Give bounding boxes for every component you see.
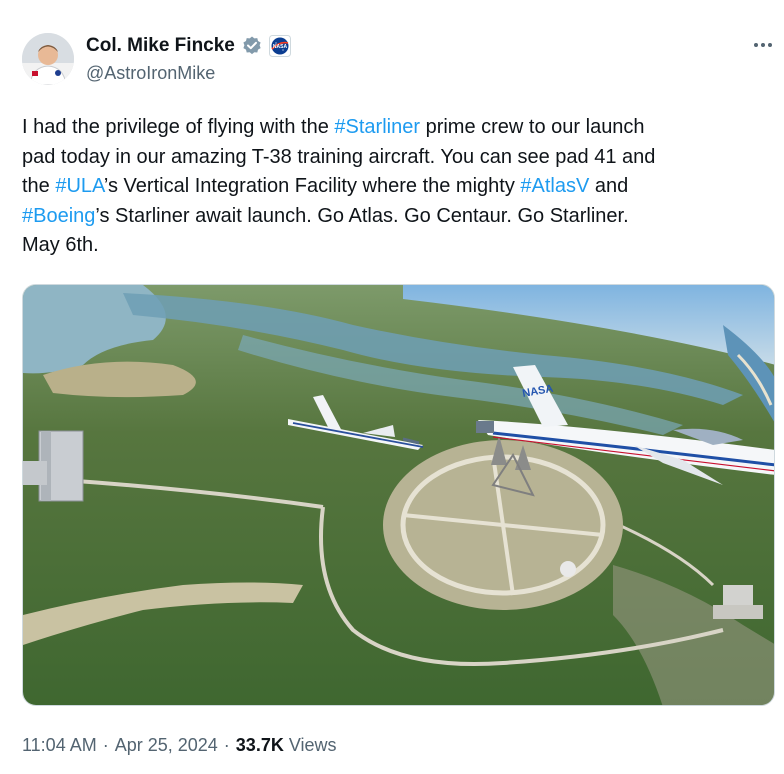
avatar[interactable]	[22, 33, 74, 85]
tweet-text-line: the #ULA’s Vertical Integration Facility…	[22, 172, 767, 202]
tweet-meta: 11:04 AM · Apr 25, 2024 · 33.7K Views	[22, 735, 337, 756]
svg-text:NASA: NASA	[273, 44, 288, 50]
tweet-text-segment: I had the privilege of flying with the	[22, 116, 335, 138]
tweet-text-segment: prime crew to our launch	[420, 116, 645, 138]
nasa-logo-icon[interactable]: NASA	[268, 35, 291, 57]
separator-dot: ·	[223, 735, 230, 755]
hashtag-link[interactable]: #ULA	[55, 175, 104, 197]
tweet-text-segment: the	[22, 175, 56, 197]
views-count[interactable]: 33.7K	[236, 735, 284, 756]
aerial-photo: NASA	[23, 285, 774, 705]
author-name-row: Col. Mike Fincke NASA	[86, 35, 291, 57]
tweet-text-segment: and	[589, 175, 629, 197]
tweet-card: Col. Mike Fincke NASA @AstroIronMike I h…	[0, 0, 784, 774]
hashtag-link[interactable]: #Boeing	[22, 205, 95, 227]
tweet-text-segment: ’s Vertical Integration Facility where t…	[103, 175, 521, 197]
hashtag-link[interactable]: #Starliner	[334, 116, 420, 138]
tweet-text-segment: ’s Starliner await launch. Go Atlas. Go …	[95, 204, 629, 227]
separator-dot: ·	[102, 735, 109, 755]
tweet-date[interactable]: Apr 25, 2024	[115, 735, 218, 756]
author-handle[interactable]: @AstroIronMike	[86, 63, 215, 84]
tweet-text-segment: May 6th.	[22, 234, 99, 256]
more-options-icon[interactable]	[752, 38, 774, 50]
tweet-text-line: #Boeing’s Starliner await launch. Go Atl…	[22, 202, 767, 232]
tweet-text-segment: pad today in our amazing T-38 training a…	[22, 145, 656, 168]
tweet-photo[interactable]: NASA	[22, 284, 775, 706]
author-name[interactable]: Col. Mike Fincke	[86, 35, 235, 57]
verified-badge-icon[interactable]	[241, 35, 263, 57]
views-label: Views	[288, 735, 337, 755]
tweet-text-line: I had the privilege of flying with the #…	[22, 113, 767, 143]
tweet-text: I had the privilege of flying with the #…	[22, 113, 767, 261]
tweet-time[interactable]: 11:04 AM	[22, 735, 97, 756]
tweet-text-line: pad today in our amazing T-38 training a…	[22, 143, 767, 173]
hashtag-link[interactable]: #AtlasV	[520, 175, 589, 197]
tweet-text-line: May 6th.	[22, 231, 767, 261]
